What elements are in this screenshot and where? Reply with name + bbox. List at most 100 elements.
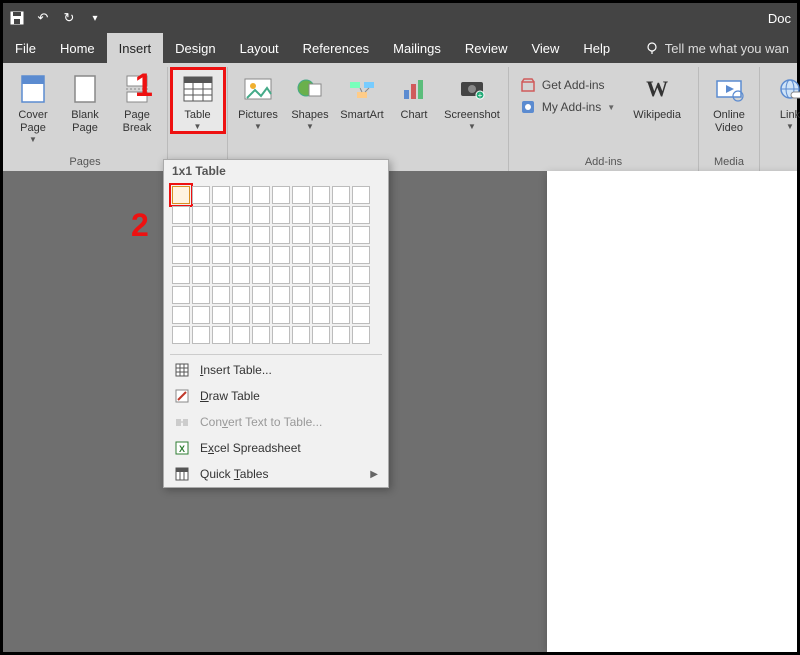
table-grid-cell[interactable] [192,266,210,284]
smartart-button[interactable]: SmartArt [338,69,386,122]
table-grid-cell[interactable] [252,306,270,324]
tab-design[interactable]: Design [163,33,227,63]
table-grid-cell[interactable] [312,206,330,224]
table-grid-cell[interactable] [332,286,350,304]
table-grid-cell[interactable] [312,266,330,284]
pictures-button[interactable]: Pictures ▼ [234,69,282,132]
table-grid-cell[interactable] [232,306,250,324]
table-grid-cell[interactable] [192,186,210,204]
table-grid-cell[interactable] [292,186,310,204]
screenshot-button[interactable]: + Screenshot ▼ [442,69,502,132]
table-grid-cell[interactable] [312,286,330,304]
table-grid-cell[interactable] [272,326,290,344]
table-grid-cell[interactable] [232,286,250,304]
undo-icon[interactable]: ↶ [35,10,51,26]
table-grid-cell[interactable] [272,286,290,304]
table-grid-cell[interactable] [172,186,190,204]
tab-view[interactable]: View [519,33,571,63]
table-grid-cell[interactable] [172,206,190,224]
table-grid-cell[interactable] [352,246,370,264]
table-grid-cell[interactable] [332,186,350,204]
table-grid-cell[interactable] [172,326,190,344]
table-grid-cell[interactable] [192,226,210,244]
table-grid-cell[interactable] [272,226,290,244]
table-grid-cell[interactable] [212,246,230,264]
table-grid-cell[interactable] [252,226,270,244]
table-grid-cell[interactable] [332,226,350,244]
table-grid-cell[interactable] [332,266,350,284]
table-grid-cell[interactable] [212,326,230,344]
table-size-grid[interactable]: // placeholder — cells generated below a… [164,182,388,352]
excel-spreadsheet-menuitem[interactable]: X Excel Spreadsheet [164,435,388,461]
table-button[interactable]: Table ▼ [172,69,224,132]
link-button[interactable]: Link ▼ [766,69,800,132]
tab-review[interactable]: Review [453,33,520,63]
table-grid-cell[interactable] [292,266,310,284]
table-grid-cell[interactable] [352,226,370,244]
table-grid-cell[interactable] [352,326,370,344]
wikipedia-button[interactable]: W Wikipedia [627,69,687,122]
table-grid-cell[interactable] [272,266,290,284]
redo-icon[interactable]: ↻ [61,10,77,26]
chart-button[interactable]: Chart [390,69,438,122]
table-grid-cell[interactable] [192,326,210,344]
table-grid-cell[interactable] [272,206,290,224]
table-grid-cell[interactable] [252,206,270,224]
table-grid-cell[interactable] [212,206,230,224]
tab-insert[interactable]: Insert [107,33,164,63]
table-grid-cell[interactable] [232,206,250,224]
customize-qat-icon[interactable]: ▾ [87,10,103,26]
my-addins-button[interactable]: My Add-ins ▼ [520,99,615,115]
table-grid-cell[interactable] [172,226,190,244]
table-grid-cell[interactable] [172,246,190,264]
table-grid-cell[interactable] [292,306,310,324]
table-grid-cell[interactable] [272,246,290,264]
shapes-button[interactable]: Shapes ▼ [286,69,334,132]
table-grid-cell[interactable] [252,286,270,304]
tab-file[interactable]: File [3,33,48,63]
table-grid-cell[interactable] [232,186,250,204]
table-grid-cell[interactable] [252,326,270,344]
table-grid-cell[interactable] [312,326,330,344]
table-grid-cell[interactable] [232,326,250,344]
save-icon[interactable] [9,10,25,26]
table-grid-cell[interactable] [332,326,350,344]
table-grid-cell[interactable] [192,286,210,304]
table-grid-cell[interactable] [312,186,330,204]
tab-help[interactable]: Help [571,33,622,63]
table-grid-cell[interactable] [292,326,310,344]
table-grid-cell[interactable] [212,286,230,304]
table-grid-cell[interactable] [212,186,230,204]
table-grid-cell[interactable] [272,186,290,204]
table-grid-cell[interactable] [232,266,250,284]
table-grid-cell[interactable] [332,206,350,224]
table-grid-cell[interactable] [352,266,370,284]
tab-mailings[interactable]: Mailings [381,33,453,63]
table-grid-cell[interactable] [192,306,210,324]
tab-references[interactable]: References [291,33,381,63]
table-grid-cell[interactable] [172,286,190,304]
table-grid-cell[interactable] [312,226,330,244]
table-grid-cell[interactable] [292,206,310,224]
tell-me-search[interactable]: Tell me what you wan [665,41,789,56]
table-grid-cell[interactable] [252,246,270,264]
table-grid-cell[interactable] [212,226,230,244]
insert-table-menuitem[interactable]: Insert Table... [164,357,388,383]
table-grid-cell[interactable] [212,266,230,284]
table-grid-cell[interactable] [192,246,210,264]
blank-page-button[interactable]: Blank Page [61,69,109,135]
table-grid-cell[interactable] [312,246,330,264]
table-grid-cell[interactable] [332,246,350,264]
table-grid-cell[interactable] [252,186,270,204]
cover-page-button[interactable]: Cover Page ▼ [9,69,57,145]
table-grid-cell[interactable] [292,246,310,264]
table-grid-cell[interactable] [312,306,330,324]
table-grid-cell[interactable] [352,186,370,204]
table-grid-cell[interactable] [352,286,370,304]
table-grid-cell[interactable] [172,266,190,284]
table-grid-cell[interactable] [352,206,370,224]
draw-table-menuitem[interactable]: Draw Table [164,383,388,409]
table-grid-cell[interactable] [212,306,230,324]
table-grid-cell[interactable] [292,226,310,244]
table-grid-cell[interactable] [172,306,190,324]
